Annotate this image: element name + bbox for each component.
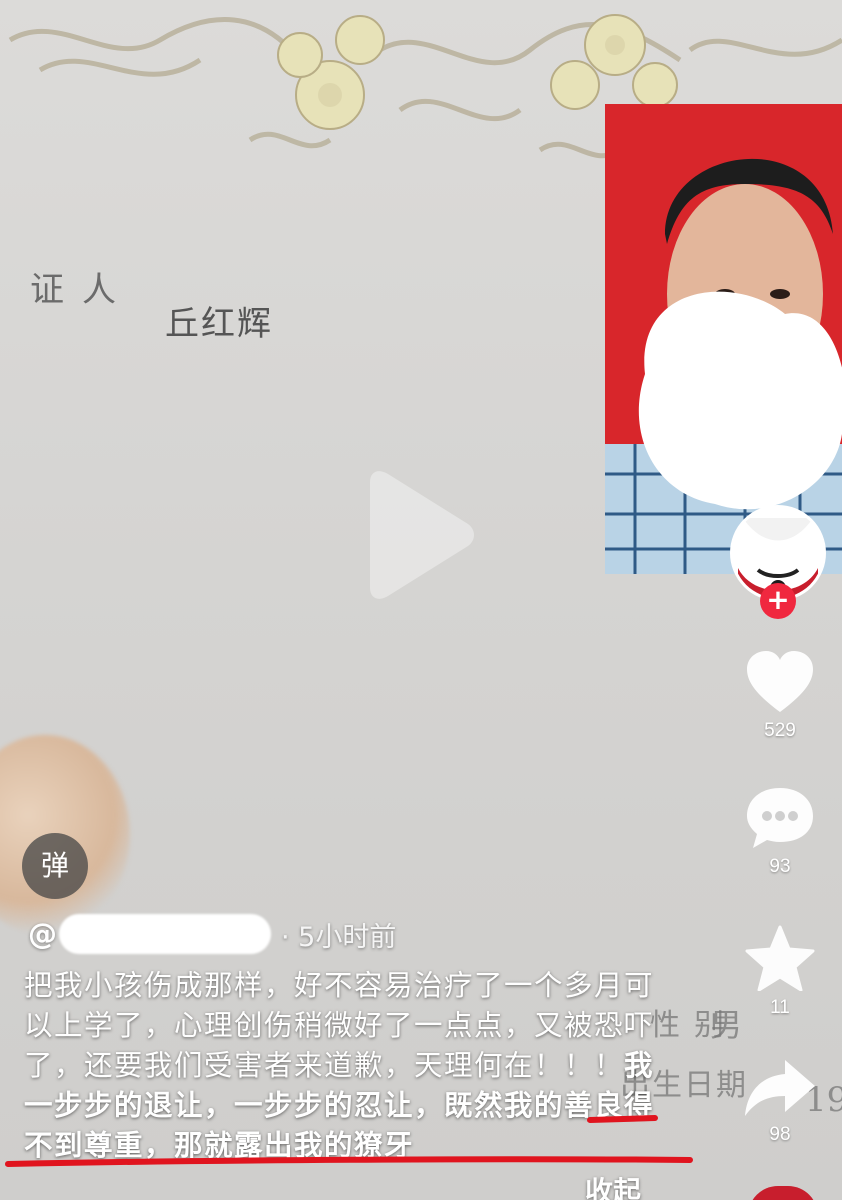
- like-count: 529: [764, 720, 796, 741]
- caption-text: 把我小孩伤成那样，好不容易治疗了一个多月可以上学了，心理创伤稍微好了一点点，又被…: [24, 969, 655, 1082]
- certificate-field-value: 丘红辉: [165, 304, 273, 344]
- post-caption: 把我小孩伤成那样，好不容易治疗了一个多月可以上学了，心理创伤稍微好了一点点，又被…: [24, 966, 664, 1166]
- comment-button[interactable]: 93: [738, 786, 822, 878]
- comment-count: 93: [769, 856, 791, 877]
- id-photo: [605, 104, 842, 574]
- comment-icon: [747, 788, 813, 848]
- favorite-button[interactable]: 11: [738, 925, 822, 1019]
- follow-plus-button[interactable]: +: [760, 583, 796, 619]
- danmu-toggle-button[interactable]: 弹: [22, 833, 88, 899]
- heart-icon: [747, 651, 813, 712]
- star-icon: [745, 925, 815, 992]
- like-button[interactable]: 529: [738, 650, 822, 742]
- certificate-field-label: 证人: [30, 270, 134, 310]
- author-avatar[interactable]: +: [730, 505, 826, 619]
- video-player[interactable]: 证人 丘红辉 性别 男 出生日期 198: [0, 0, 842, 1200]
- post-time: · 5小时前: [281, 921, 397, 953]
- favorite-count: 11: [770, 997, 790, 1018]
- author-row[interactable]: @ · 5小时前: [28, 912, 396, 956]
- author-at-symbol: @: [28, 917, 57, 951]
- share-count: 98: [769, 1124, 791, 1145]
- share-button[interactable]: 98: [738, 1058, 822, 1146]
- play-icon[interactable]: [362, 470, 477, 600]
- next-video-avatar[interactable]: [748, 1186, 818, 1200]
- author-name-redacted[interactable]: [59, 914, 271, 954]
- share-arrow-icon: [745, 1060, 815, 1116]
- collapse-caption-button[interactable]: 收起: [585, 1170, 641, 1200]
